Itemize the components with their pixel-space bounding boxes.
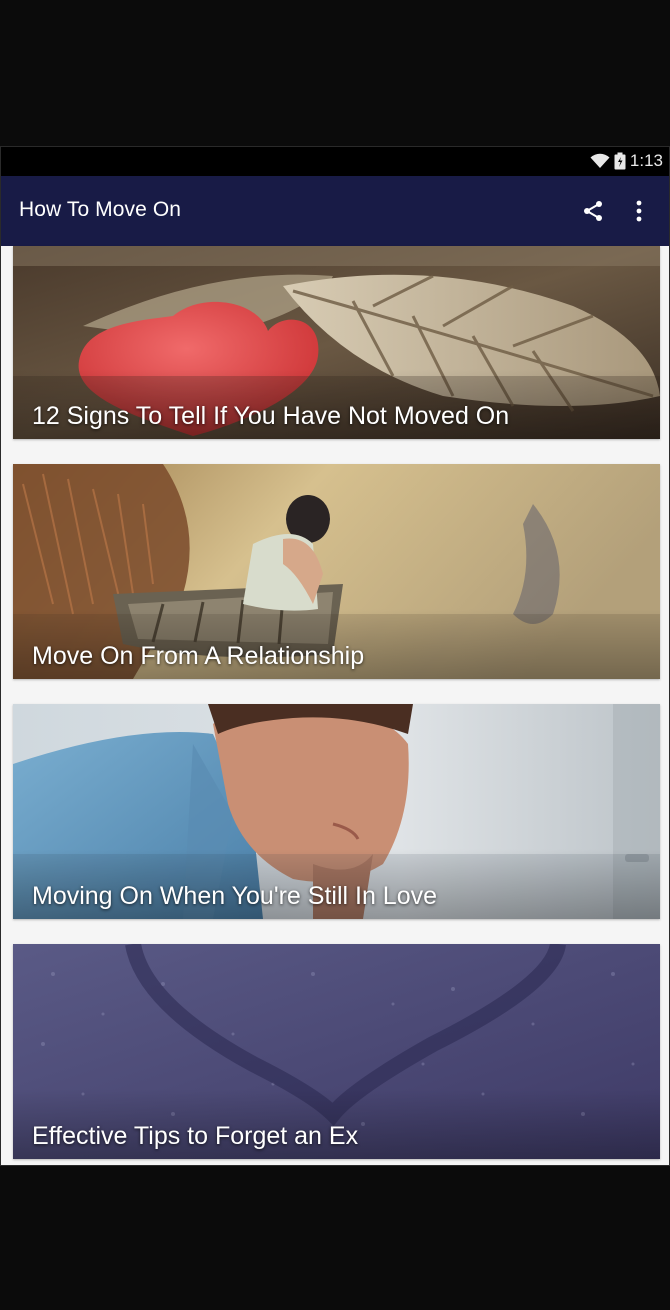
status-bar: 1:13 <box>1 147 669 176</box>
app-title: How To Move On <box>19 198 182 221</box>
article-card-3[interactable]: Moving On When You're Still In Love <box>13 704 660 919</box>
article-title: 12 Signs To Tell If You Have Not Moved O… <box>32 402 510 430</box>
wifi-icon <box>590 153 610 169</box>
article-title: Moving On When You're Still In Love <box>32 882 438 910</box>
app-bar: How To Move On <box>1 176 669 246</box>
more-vert-icon <box>636 200 642 222</box>
phone-screen: 1:13 How To Move On 12 Signs To Tell If … <box>0 146 670 1166</box>
article-card-4[interactable]: Effective Tips to Forget an Ex <box>13 944 660 1159</box>
overflow-menu-button[interactable] <box>624 196 654 226</box>
article-card-2[interactable]: Move On From A Relationship <box>13 464 660 679</box>
battery-icon <box>614 152 626 170</box>
share-icon <box>584 201 602 221</box>
status-time: 1:13 <box>629 151 663 170</box>
article-title: Effective Tips to Forget an Ex <box>32 1122 359 1150</box>
share-button[interactable] <box>578 196 608 226</box>
article-card-1[interactable]: 12 Signs To Tell If You Have Not Moved O… <box>13 246 660 439</box>
article-title: Move On From A Relationship <box>32 642 365 670</box>
